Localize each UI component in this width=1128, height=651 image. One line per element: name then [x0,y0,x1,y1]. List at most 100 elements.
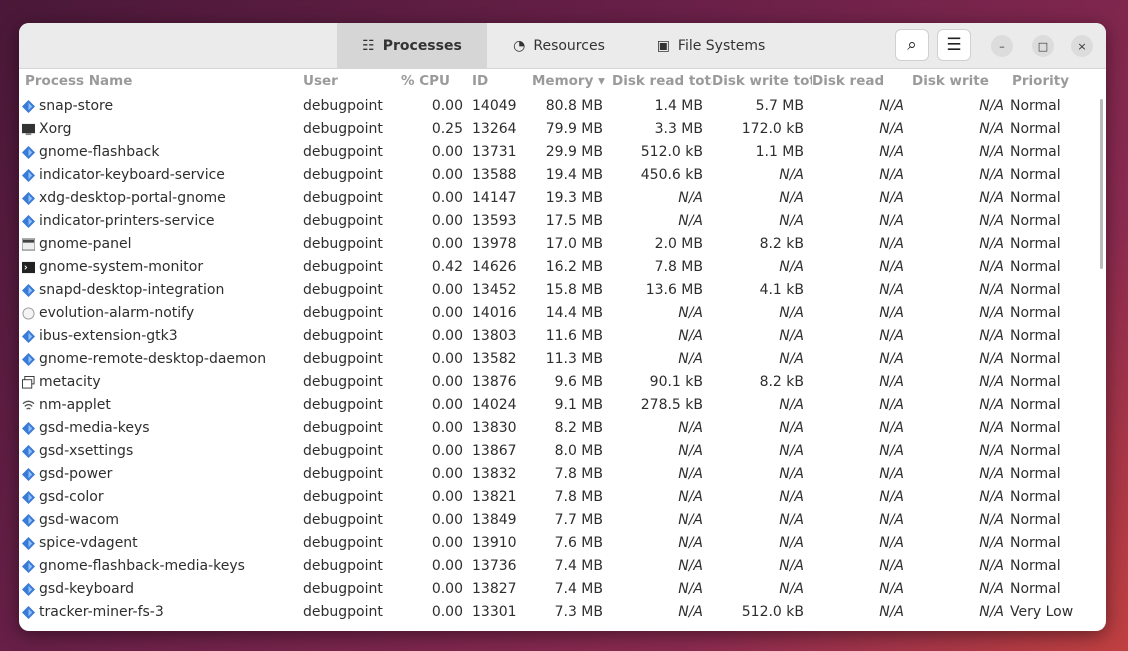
table-row[interactable]: xdg-desktop-portal-gnome debugpoint 0.00 14… [19,187,1106,210]
cell: 0.00 [431,558,463,574]
cell: N/A [779,397,804,413]
cell: N/A [979,144,1004,160]
table-row[interactable]: metacity debugpoint 0.00 13876 9.6 MB 90.1 kB… [19,371,1106,394]
cell: N/A [779,443,804,459]
cell: N/A [979,535,1004,551]
table-row[interactable]: gnome-system-monitor debugpoint 0.42 14626 1… [19,256,1106,279]
cell: Normal [1010,397,1061,413]
cell: N/A [879,213,904,229]
minimize-button[interactable]: – [991,35,1013,57]
column-header[interactable]: Disk read tota [612,73,712,89]
cell: 13830 [472,420,517,436]
table-row[interactable]: nm-applet debugpoint 0.00 14024 9.1 MB 278.5 … [19,394,1106,417]
table-row[interactable]: spice-vdagent debugpoint 0.00 13910 7.6 MB N/… [19,532,1106,555]
scrollbar[interactable] [1100,99,1103,269]
cell: 0.00 [431,512,463,528]
cell: 13978 [472,236,517,252]
table-row[interactable]: snap-store debugpoint 0.00 14049 80.8 MB 1.4 … [19,95,1106,118]
cell: N/A [678,213,703,229]
minimize-icon: – [999,39,1005,53]
column-header[interactable]: Memory ▾ [532,73,612,89]
search-button[interactable]: ⌕ [895,29,929,61]
cell: N/A [979,167,1004,183]
tab-file-systems[interactable]: ▣ File Systems [647,23,775,69]
table-row[interactable]: snapd-desktop-integration debugpoint 0.00 1… [19,279,1106,302]
cell: spice-vdagent [39,535,138,551]
cell: 8.2 MB [554,420,603,436]
cell: Normal [1010,374,1061,390]
menu-button[interactable]: ☰ [937,29,971,61]
cell: ibus-extension-gtk3 [39,328,178,344]
cell: 0.00 [431,443,463,459]
table-row[interactable]: gsd-color debugpoint 0.00 13821 7.8 MB N/A N/A… [19,486,1106,509]
cell: N/A [779,466,804,482]
cell: 11.3 MB [545,351,603,367]
table-row[interactable]: gnome-remote-desktop-daemon debugpoint 0.0… [19,348,1106,371]
column-header[interactable]: Disk write tot [712,73,812,89]
table-row[interactable]: gsd-power debugpoint 0.00 13832 7.8 MB N/A N/A… [19,463,1106,486]
cell: 90.1 kB [649,374,703,390]
cell: N/A [979,213,1004,229]
column-header[interactable]: ID [472,73,532,89]
tab-resources[interactable]: ◔ Resources [499,23,619,69]
cell: 9.1 MB [554,397,603,413]
cell: N/A [979,282,1004,298]
cell: N/A [979,466,1004,482]
system-monitor-window: ☷ Processes ◔ Resources ▣ File Systems ⌕ ☰ … [19,23,1106,631]
cell: 13588 [472,167,517,183]
cell: metacity [39,374,101,390]
cell: 14016 [472,305,517,321]
table-row[interactable]: gnome-flashback-media-keys debugpoint 0.00… [19,555,1106,578]
column-header[interactable]: % CPU [401,73,471,89]
column-header[interactable]: Disk write [912,73,1012,89]
cell: N/A [678,489,703,505]
cell: 512.0 kB [640,144,703,160]
cell: Normal [1010,213,1061,229]
cell: Normal [1010,259,1061,275]
table-row[interactable]: gsd-media-keys debugpoint 0.00 13830 8.2 MB N… [19,417,1106,440]
column-header[interactable]: Priority [1012,73,1102,89]
cell: N/A [779,213,804,229]
cell: Normal [1010,328,1061,344]
app-icon [19,348,37,371]
column-header[interactable]: User [303,73,393,89]
app-icon [19,187,37,210]
cell: N/A [678,305,703,321]
table-row[interactable]: gsd-wacom debugpoint 0.00 13849 7.7 MB N/A N/A… [19,509,1106,532]
cell: gnome-flashback-media-keys [39,558,245,574]
cell: N/A [979,397,1004,413]
cell: 5.7 MB [755,98,804,114]
cell: 13827 [472,581,517,597]
table-row[interactable]: Xorg debugpoint 0.25 13264 79.9 MB 3.3 MB 172.… [19,118,1106,141]
table-row[interactable]: gnome-flashback debugpoint 0.00 13731 29.9 M… [19,141,1106,164]
cell: N/A [879,259,904,275]
cell: 0.00 [431,466,463,482]
cell: indicator-keyboard-service [39,167,225,183]
table-row[interactable]: evolution-alarm-notify debugpoint 0.00 1401… [19,302,1106,325]
column-header[interactable]: Process Name [25,73,295,89]
table-row[interactable]: gnome-panel debugpoint 0.00 13978 17.0 MB 2.0… [19,233,1106,256]
tab-processes[interactable]: ☷ Processes [337,23,487,69]
cell: N/A [779,167,804,183]
table-row[interactable]: ibus-extension-gtk3 debugpoint 0.00 13803 11… [19,325,1106,348]
table-row[interactable]: gsd-xsettings debugpoint 0.00 13867 8.0 MB N/… [19,440,1106,463]
cell: 0.00 [431,213,463,229]
cell: 13.6 MB [645,282,703,298]
column-header[interactable]: Disk read [812,73,912,89]
cell: N/A [678,466,703,482]
cell: N/A [879,558,904,574]
cell: 2.0 MB [654,236,703,252]
cell: N/A [979,581,1004,597]
cell: 15.8 MB [545,282,603,298]
maximize-button[interactable]: □ [1032,35,1054,57]
table-row[interactable]: gsd-keyboard debugpoint 0.00 13827 7.4 MB N/A… [19,578,1106,601]
cell: Normal [1010,167,1061,183]
cell: N/A [979,443,1004,459]
cell: 13803 [472,328,517,344]
table-row[interactable]: indicator-printers-service debugpoint 0.00… [19,210,1106,233]
table-row[interactable]: indicator-keyboard-service debugpoint 0.00… [19,164,1106,187]
table-row[interactable]: tracker-miner-fs-3 debugpoint 0.00 13301 7.3… [19,601,1106,624]
cell: N/A [979,351,1004,367]
cell: gnome-remote-desktop-daemon [39,351,267,367]
close-button[interactable]: × [1071,35,1093,57]
